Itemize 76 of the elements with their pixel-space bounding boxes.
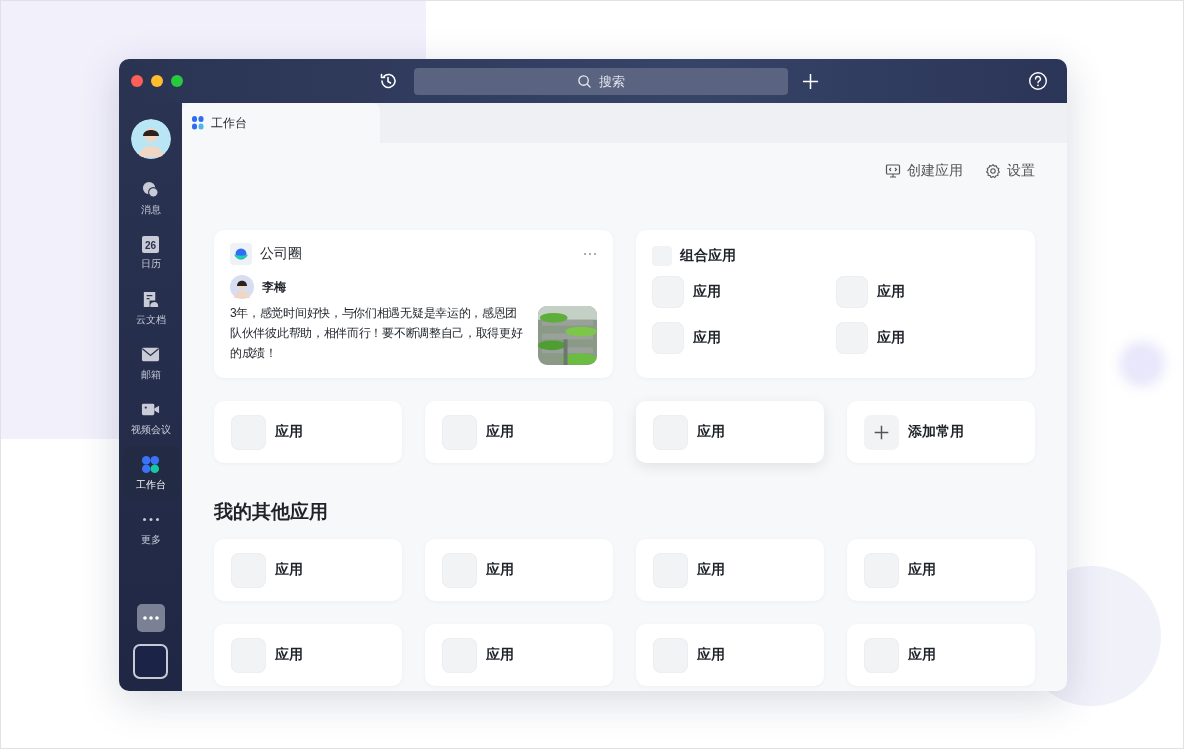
app-tile[interactable]: 应用 bbox=[214, 624, 402, 686]
search-icon bbox=[577, 73, 592, 89]
app-label: 应用 bbox=[693, 329, 721, 347]
close-button[interactable] bbox=[131, 75, 143, 87]
app-tile[interactable]: 应用 bbox=[847, 624, 1035, 686]
more-icon bbox=[142, 517, 159, 521]
nav-item[interactable]: 工作台 bbox=[122, 446, 179, 500]
app-label: 应用 bbox=[876, 283, 905, 301]
help-icon[interactable] bbox=[1028, 71, 1048, 91]
section-heading: 我的其他应用 bbox=[214, 500, 329, 524]
nav-item[interactable]: 更多 bbox=[122, 501, 179, 555]
nav-label: 视频会议 bbox=[130, 422, 171, 437]
app-tile[interactable]: 应用 bbox=[636, 539, 824, 601]
workbench-tab[interactable]: 工作台 bbox=[182, 103, 380, 143]
nav-label: 消息 bbox=[140, 202, 161, 217]
app-tile[interactable]: 应用 bbox=[425, 624, 613, 686]
history-icon[interactable] bbox=[378, 71, 398, 91]
app-label: 应用 bbox=[486, 561, 514, 579]
app-tile[interactable]: 应用 bbox=[214, 539, 402, 601]
app-tile[interactable]: 应用 bbox=[636, 401, 824, 463]
nav-label: 云文档 bbox=[135, 312, 166, 327]
app-label: 应用 bbox=[693, 283, 721, 301]
add-app-tile[interactable]: 添加常用 bbox=[847, 401, 1035, 463]
app-label: 应用 bbox=[908, 561, 936, 579]
nav-item[interactable]: 视频会议 bbox=[122, 391, 179, 445]
planet-icon bbox=[230, 243, 252, 265]
app-slot[interactable] bbox=[133, 644, 168, 679]
app-item[interactable]: 应用 bbox=[835, 276, 1019, 308]
app-item[interactable]: 应用 bbox=[835, 322, 1019, 354]
chat-icon bbox=[141, 179, 160, 199]
zoom-button[interactable] bbox=[171, 75, 183, 87]
nav-label: 工作台 bbox=[135, 477, 166, 492]
create-app-button[interactable]: 创建应用 bbox=[885, 162, 963, 180]
search-field[interactable]: 搜索 bbox=[414, 67, 788, 95]
more-apps-icon[interactable] bbox=[136, 604, 165, 632]
app-label: 应用 bbox=[275, 646, 303, 664]
calendar-date: 26 bbox=[144, 240, 157, 251]
app-label: 应用 bbox=[697, 423, 725, 441]
apps-icon bbox=[141, 454, 160, 474]
nav-item[interactable]: 邮箱 bbox=[122, 336, 179, 390]
nav-item[interactable]: 云文档 bbox=[122, 281, 179, 335]
settings-icon bbox=[985, 163, 1001, 179]
app-label: 应用 bbox=[275, 561, 303, 579]
app-tile[interactable]: 应用 bbox=[425, 401, 613, 463]
add-icon bbox=[864, 414, 899, 450]
monitor-icon bbox=[885, 163, 901, 179]
post-text: 3年，感觉时间好快，与你们相遇无疑是幸运的，感恩团队伙伴彼此帮助，相伴而行！要不断调整自己，取得更好的成绩！ bbox=[230, 305, 524, 362]
app-label: 添加常用 bbox=[908, 423, 964, 441]
minimize-button[interactable] bbox=[151, 75, 163, 87]
app-tile[interactable]: 应用 bbox=[214, 401, 402, 463]
app-label: 应用 bbox=[697, 561, 725, 579]
app-tile[interactable]: 应用 bbox=[425, 539, 613, 601]
add-icon[interactable] bbox=[802, 72, 819, 90]
app-label: 应用 bbox=[697, 646, 725, 664]
nav-label: 邮箱 bbox=[140, 367, 161, 382]
app-label: 应用 bbox=[275, 423, 303, 441]
app-label: 应用 bbox=[876, 329, 905, 347]
app-item[interactable]: 应用 bbox=[652, 276, 836, 308]
nav-label: 更多 bbox=[140, 532, 161, 547]
nav-label: 日历 bbox=[140, 256, 161, 271]
apps-icon bbox=[192, 116, 204, 130]
nav-item[interactable]: 消息 bbox=[122, 171, 179, 225]
avatar bbox=[230, 275, 254, 299]
app-label: 应用 bbox=[486, 646, 514, 664]
app-item[interactable]: 应用 bbox=[652, 322, 836, 354]
nav-item[interactable]: 26 日历 bbox=[122, 226, 179, 280]
settings-button[interactable]: 设置 bbox=[985, 162, 1035, 180]
document-icon bbox=[141, 289, 160, 309]
app-tile[interactable]: 应用 bbox=[847, 539, 1035, 601]
app-label: 应用 bbox=[908, 646, 936, 664]
card-title: 公司圈 bbox=[260, 245, 302, 263]
author-name: 李梅 bbox=[262, 278, 286, 296]
avatar[interactable] bbox=[130, 119, 171, 159]
app-tile[interactable]: 应用 bbox=[636, 624, 824, 686]
app-label: 应用 bbox=[486, 423, 514, 441]
card-title: 组合应用 bbox=[680, 247, 736, 265]
